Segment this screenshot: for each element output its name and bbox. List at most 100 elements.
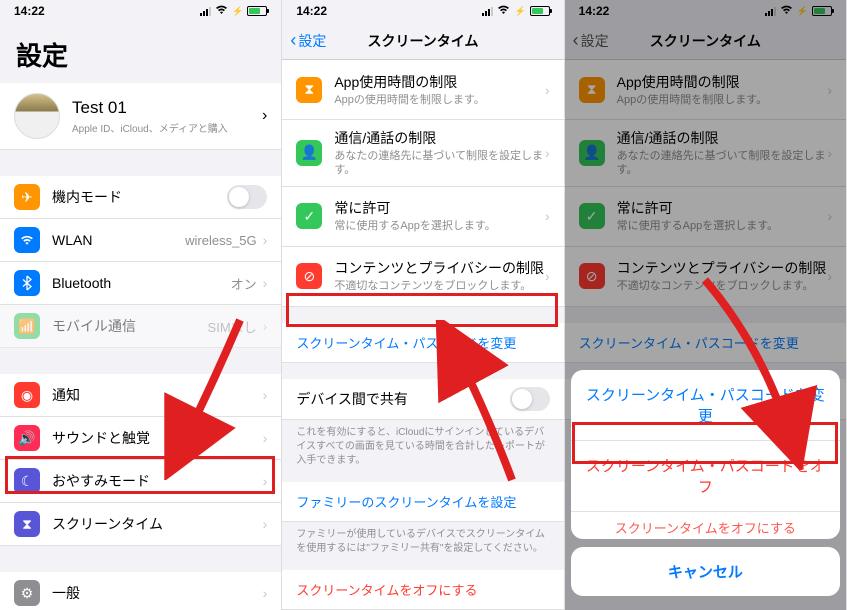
chevron-icon: ›: [263, 430, 268, 446]
label-bt: Bluetooth: [52, 275, 231, 291]
chevron-icon: ›: [263, 387, 268, 403]
signal-icon: [482, 7, 493, 16]
page-title: 設定: [0, 22, 281, 83]
gear-icon: ⚙: [14, 580, 40, 606]
battery-icon: [530, 6, 550, 16]
screentime-sheet-panel: 14:22 ⚡ ‹設定 スクリーンタイム ⧗ App使用時間の制限Appの使用時…: [565, 0, 847, 610]
sheet-off[interactable]: スクリーンタイム・パスコードをオフ: [571, 441, 840, 512]
hourglass-icon: ⧗: [296, 77, 322, 103]
row-comm[interactable]: 👤 通信/通話の制限あなたの連絡先に基づいて制限を設定します。 ›: [282, 120, 563, 187]
chevron-icon: ›: [263, 473, 268, 489]
row-content[interactable]: ⊘ コンテンツとプライバシーの制限不適切なコンテンツをブロックします。 ›: [282, 247, 563, 307]
chevron-icon: ›: [263, 318, 268, 334]
nav-title: スクリーンタイム: [367, 31, 478, 51]
share-toggle[interactable]: [510, 387, 550, 411]
label-mobile: モバイル通信: [52, 316, 208, 336]
row-wlan[interactable]: WLAN wireless_5G ›: [0, 219, 281, 262]
bluetooth-icon: [14, 270, 40, 296]
row-changepass[interactable]: スクリーンタイム・パスコードを変更: [282, 323, 563, 363]
sheet-extra[interactable]: スクリーンタイムをオフにする: [571, 512, 840, 539]
sub-comm: あなたの連絡先に基づいて制限を設定します。: [334, 149, 545, 178]
wifi-icon: [497, 5, 510, 18]
chevron-icon: ›: [262, 107, 267, 125]
chevron-icon: ›: [545, 268, 550, 284]
label-notif: 通知: [52, 385, 263, 405]
row-notifications[interactable]: ◉ 通知 ›: [0, 374, 281, 417]
charging-icon: ⚡: [232, 6, 243, 17]
label-general: 一般: [52, 583, 263, 603]
chevron-icon: ›: [545, 208, 550, 224]
chevron-icon: ›: [545, 82, 550, 98]
back-button[interactable]: ‹設定: [290, 30, 326, 51]
label-always: 常に許可: [334, 198, 545, 218]
action-sheet: スクリーンタイム・パスコードを変更 スクリーンタイム・パスコードをオフ スクリー…: [571, 370, 840, 604]
label-screentime: スクリーンタイム: [52, 514, 263, 534]
label-changepass: スクリーンタイム・パスコードを変更: [296, 333, 549, 352]
wifi-icon: [215, 5, 228, 18]
sub-content: 不適切なコンテンツをブロックします。: [334, 279, 545, 293]
signal-icon: [200, 7, 211, 16]
chevron-icon: ›: [545, 145, 550, 161]
airplane-icon: ✈: [14, 184, 40, 210]
sub-applimit: Appの使用時間を制限します。: [334, 93, 545, 107]
label-family: ファミリーのスクリーンタイムを設定: [296, 492, 549, 511]
status-time: 14:22: [14, 4, 45, 18]
back-label: 設定: [298, 31, 326, 51]
row-sounds[interactable]: 🔊 サウンドと触覚 ›: [0, 417, 281, 460]
avatar: [14, 93, 60, 139]
label-share: デバイス間で共有: [296, 389, 509, 409]
row-off[interactable]: スクリーンタイムをオフにする: [282, 570, 563, 610]
sheet-cancel[interactable]: キャンセル: [571, 547, 840, 596]
nosign-icon: ⊘: [296, 263, 322, 289]
notifications-icon: ◉: [14, 382, 40, 408]
row-general[interactable]: ⚙ 一般 ›: [0, 572, 281, 610]
row-family[interactable]: ファミリーのスクリーンタイムを設定: [282, 482, 563, 522]
charging-icon: ⚡: [514, 6, 525, 17]
row-always[interactable]: ✓ 常に許可常に使用するAppを選択します。 ›: [282, 187, 563, 247]
status-right: ⚡: [482, 5, 549, 18]
person-icon: 👤: [296, 140, 322, 166]
apple-id-row[interactable]: Test 01 Apple ID、iCloud、メディアと購入 ›: [0, 83, 281, 150]
chevron-icon: ›: [263, 275, 268, 291]
screentime-panel: 14:22 ⚡ ‹設定 スクリーンタイム ⧗ App使用時間の制限Appの使用時…: [282, 0, 564, 610]
row-applimit[interactable]: ⧗ App使用時間の制限Appの使用時間を制限します。 ›: [282, 60, 563, 120]
footer-family: ファミリーが使用しているデバイスでスクリーンタイムを使用するには"ファミリー共有…: [282, 522, 563, 562]
chevron-icon: ›: [263, 585, 268, 601]
nav-bar: ‹設定 スクリーンタイム: [282, 22, 563, 60]
airplane-toggle[interactable]: [227, 185, 267, 209]
profile-sub: Apple ID、iCloud、メディアと購入: [72, 120, 262, 135]
label-wlan: WLAN: [52, 232, 185, 248]
row-share[interactable]: デバイス間で共有: [282, 379, 563, 420]
label-off: スクリーンタイムをオフにする: [296, 580, 549, 599]
status-bar: 14:22 ⚡: [282, 0, 563, 22]
row-dnd[interactable]: ☾ おやすみモード ›: [0, 460, 281, 503]
moon-icon: ☾: [14, 468, 40, 494]
label-content: コンテンツとプライバシーの制限: [334, 258, 545, 278]
settings-root-panel: 14:22 ⚡ 設定 Test 01 Apple ID、iCloud、メディアと…: [0, 0, 282, 610]
row-airplane[interactable]: ✈ 機内モード: [0, 176, 281, 219]
detail-mobile: SIMなし: [208, 317, 257, 336]
check-icon: ✓: [296, 203, 322, 229]
detail-bt: オン: [231, 274, 257, 293]
status-bar: 14:22 ⚡: [0, 0, 281, 22]
footer-share: これを有効にすると、iCloudにサインインしているデバイスすべての画面を見てい…: [282, 420, 563, 474]
status-right: ⚡: [200, 5, 267, 18]
hourglass-icon: ⧗: [14, 511, 40, 537]
cellular-icon: 📶: [14, 313, 40, 339]
label-dnd: おやすみモード: [52, 471, 263, 491]
row-bluetooth[interactable]: Bluetooth オン ›: [0, 262, 281, 305]
profile-name: Test 01: [72, 98, 262, 118]
sheet-change[interactable]: スクリーンタイム・パスコードを変更: [571, 370, 840, 441]
label-sound: サウンドと触覚: [52, 428, 263, 448]
chevron-icon: ›: [263, 232, 268, 248]
label-applimit: App使用時間の制限: [334, 72, 545, 92]
status-time: 14:22: [296, 4, 327, 18]
row-mobile[interactable]: 📶 モバイル通信 SIMなし ›: [0, 305, 281, 348]
chevron-icon: ›: [263, 516, 268, 532]
label-comm: 通信/通話の制限: [334, 128, 545, 148]
row-screentime[interactable]: ⧗ スクリーンタイム ›: [0, 503, 281, 546]
sounds-icon: 🔊: [14, 425, 40, 451]
detail-wlan: wireless_5G: [185, 233, 257, 248]
wifi-settings-icon: [14, 227, 40, 253]
sub-always: 常に使用するAppを選択します。: [334, 219, 545, 233]
